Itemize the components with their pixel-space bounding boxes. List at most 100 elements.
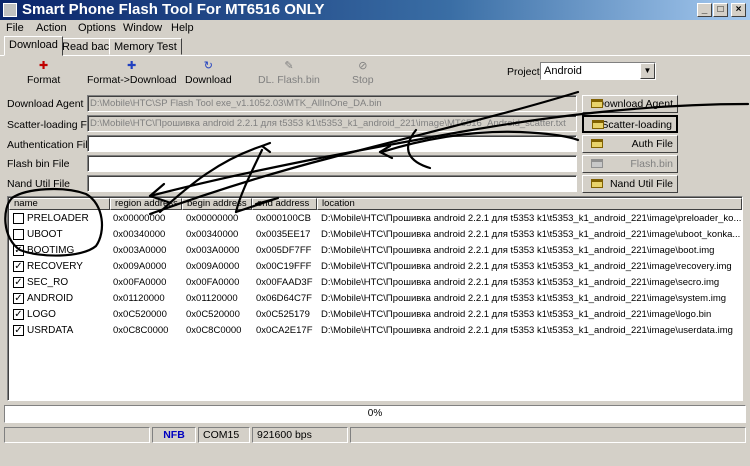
table-row[interactable]: UBOOT 0x00340000 0x00340000 0x0035EE17 D:\Mo… xyxy=(9,227,742,243)
download-agent-button[interactable]: Download Agent xyxy=(582,95,678,113)
menu-bar: File Action Options Window Help xyxy=(0,20,750,37)
partition-list[interactable]: name region address begin address end ad… xyxy=(7,196,743,401)
window-title: Smart Phone Flash Tool For MT6516 ONLY xyxy=(22,1,325,18)
table-row[interactable]: ✓ USRDATA 0x0C8C0000 0x0C8C0000 0x0CA2E17F D:… xyxy=(9,323,742,339)
cell-region: 0x00340000 xyxy=(113,229,166,240)
auth-file-button[interactable]: Auth File xyxy=(582,135,678,153)
cell-region: 0x01120000 xyxy=(113,293,165,304)
format-button[interactable]: ✚ Format xyxy=(27,60,60,86)
cell-name: UBOOT xyxy=(27,229,63,240)
row-checkbox[interactable] xyxy=(13,213,24,224)
cell-location: D:\Mobile\HTC\Прошивка android 2.2.1 для… xyxy=(321,261,732,272)
download-agent-button-label: Download Agent xyxy=(596,98,673,110)
cell-name: RECOVERY xyxy=(27,261,83,272)
tab-memory-test[interactable]: Memory Test xyxy=(109,38,182,55)
authentication-field[interactable] xyxy=(87,135,577,152)
nand-util-file-button-label: Nand Util File xyxy=(609,178,673,190)
project-value: Android xyxy=(544,65,582,77)
close-button[interactable]: × xyxy=(731,3,746,17)
header-region-address[interactable]: region address xyxy=(110,198,182,210)
menu-help[interactable]: Help xyxy=(171,22,194,34)
cell-end: 0x06D64C7F xyxy=(256,293,312,304)
cell-begin: 0x01120000 xyxy=(186,293,238,304)
table-row[interactable]: ✓ BOOTIMG 0x003A0000 0x003A0000 0x005DF7FF D:… xyxy=(9,243,742,259)
cell-location: D:\Mobile\HTC\Прошивка android 2.2.1 для… xyxy=(321,277,720,288)
cell-end: 0x0C525179 xyxy=(256,309,310,320)
table-row[interactable]: PRELOADER 0x00000000 0x00000000 0x000100CB D… xyxy=(9,211,742,227)
folder-icon xyxy=(591,179,603,188)
nand-util-field[interactable] xyxy=(87,175,577,192)
table-row[interactable]: ✓ ANDROID 0x01120000 0x01120000 0x06D64C7F D:… xyxy=(9,291,742,307)
row-checkbox[interactable]: ✓ xyxy=(13,261,24,272)
flash-bin-label: Flash bin File xyxy=(7,158,70,170)
cell-location: D:\Mobile\HTC\Прошивка android 2.2.1 для… xyxy=(321,229,741,240)
row-checkbox[interactable]: ✓ xyxy=(13,293,24,304)
folder-icon xyxy=(591,159,603,168)
download-button[interactable]: ↻ Download xyxy=(185,60,232,86)
list-header: name region address begin address end ad… xyxy=(9,198,742,210)
nand-util-label: Nand Util File xyxy=(7,178,71,190)
cell-begin: 0x0C520000 xyxy=(186,309,240,320)
row-checkbox[interactable] xyxy=(13,229,24,240)
maximize-button[interactable]: □ xyxy=(713,3,728,17)
header-name[interactable]: name xyxy=(9,198,110,210)
menu-action[interactable]: Action xyxy=(36,22,67,34)
table-row[interactable]: ✓ LOGO 0x0C520000 0x0C520000 0x0C525179 D:\Mo… xyxy=(9,307,742,323)
menu-window[interactable]: Window xyxy=(123,22,162,34)
table-row[interactable]: ✓ RECOVERY 0x009A0000 0x009A0000 0x00C19FFF D… xyxy=(9,259,742,275)
cell-location: D:\Mobile\HTC\Прошивка android 2.2.1 для… xyxy=(321,245,715,256)
row-checkbox[interactable]: ✓ xyxy=(13,309,24,320)
cell-end: 0x0CA2E17F xyxy=(256,325,313,336)
cell-begin: 0x0C8C0000 xyxy=(186,325,242,336)
project-label: Project xyxy=(507,66,540,78)
cell-begin: 0x00FA0000 xyxy=(186,277,240,288)
download-label: Download xyxy=(185,74,232,86)
cell-end: 0x00FAAD3F xyxy=(256,277,313,288)
tab-download[interactable]: Download xyxy=(4,36,63,56)
flash-bin-button[interactable]: Flash.bin xyxy=(582,155,678,173)
project-select[interactable]: Android ▼ xyxy=(540,62,656,80)
cell-begin: 0x00340000 xyxy=(186,229,239,240)
cell-location: D:\Mobile\HTC\Прошивка android 2.2.1 для… xyxy=(321,213,742,224)
progress-text: 0% xyxy=(367,408,383,419)
dl-flash-bin-button[interactable]: ✎ DL. Flash.bin xyxy=(258,60,320,86)
cell-name: BOOTIMG xyxy=(27,245,75,256)
cell-region: 0x0C8C0000 xyxy=(113,325,169,336)
cell-region: 0x009A0000 xyxy=(113,261,167,272)
cell-location: D:\Mobile\HTC\Прошивка android 2.2.1 для… xyxy=(321,293,727,304)
minimize-button[interactable]: _ xyxy=(697,3,712,17)
format-download-button[interactable]: ✚ Format->Download xyxy=(87,60,177,86)
table-row[interactable]: ✓ SEC_RO 0x00FA0000 0x00FA0000 0x00FAAD3F D:\… xyxy=(9,275,742,291)
cell-name: LOGO xyxy=(27,309,56,320)
cell-begin: 0x003A0000 xyxy=(186,245,240,256)
row-checkbox[interactable]: ✓ xyxy=(13,277,24,288)
stop-button[interactable]: ⊘ Stop xyxy=(352,60,374,86)
status-type: NFB xyxy=(152,427,196,443)
header-end-address[interactable]: end address xyxy=(252,198,317,210)
folder-icon xyxy=(591,139,603,148)
stop-icon: ⊘ xyxy=(358,60,368,72)
format-download-icon: ✚ xyxy=(127,60,137,72)
nand-util-file-button[interactable]: Nand Util File xyxy=(582,175,678,193)
chevron-down-icon[interactable]: ▼ xyxy=(640,63,655,79)
header-begin-address[interactable]: begin address xyxy=(182,198,252,210)
cell-region: 0x0C520000 xyxy=(113,309,167,320)
menu-options[interactable]: Options xyxy=(78,22,116,34)
download-agent-field[interactable]: D:\Mobile\HTC\SP Flash Tool exe_v1.1052.… xyxy=(87,95,577,112)
cell-end: 0x005DF7FF xyxy=(256,245,312,256)
scatter-loading-field[interactable]: D:\Mobile\HTC\Прошивка android 2.2.1 для… xyxy=(87,115,577,132)
menu-file[interactable]: File xyxy=(6,22,24,34)
cell-region: 0x00000000 xyxy=(113,213,166,224)
row-checkbox[interactable]: ✓ xyxy=(13,325,24,336)
scatter-loading-button[interactable]: Scatter-loading xyxy=(582,115,678,133)
scatter-loading-button-label: Scatter-loading xyxy=(601,119,672,131)
format-icon: ✚ xyxy=(39,60,49,72)
header-location[interactable]: location xyxy=(317,198,742,210)
authentication-label: Authentication File xyxy=(7,139,94,151)
format-download-label: Format->Download xyxy=(87,74,177,86)
row-checkbox[interactable]: ✓ xyxy=(13,245,24,256)
cell-name: SEC_RO xyxy=(27,277,69,288)
title-bar[interactable]: Smart Phone Flash Tool For MT6516 ONLY _… xyxy=(0,0,750,20)
flash-bin-field[interactable] xyxy=(87,155,577,172)
cell-region: 0x003A0000 xyxy=(113,245,167,256)
